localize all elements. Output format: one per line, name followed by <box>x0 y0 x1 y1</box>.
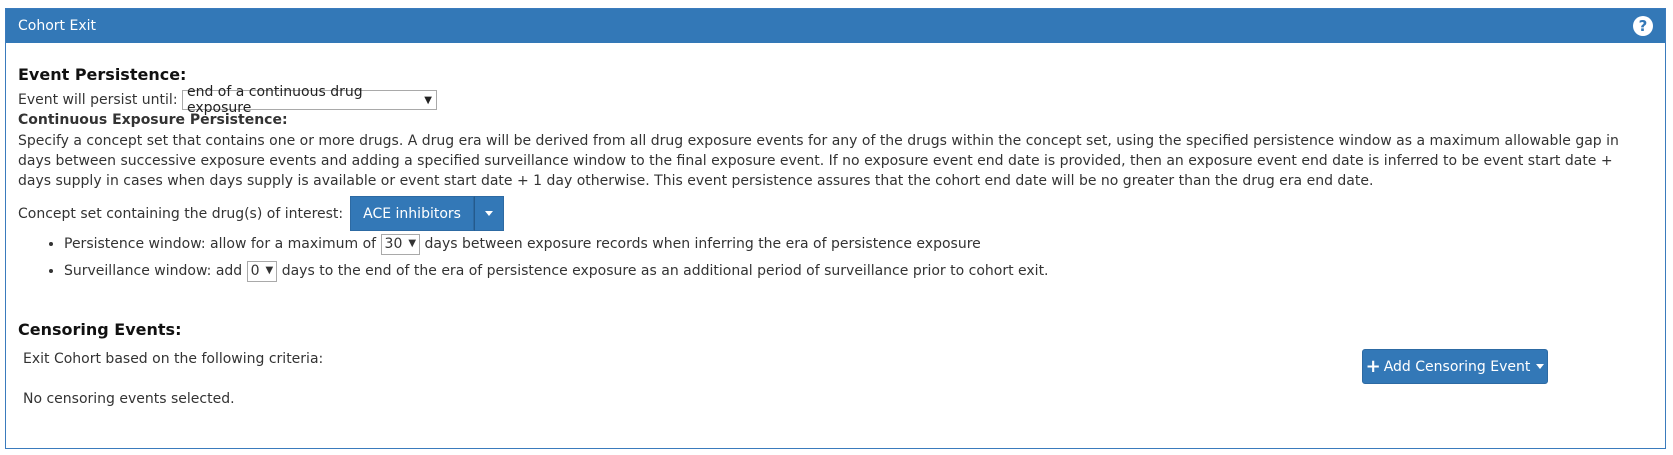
surveillance-window-suffix: days to the end of the era of persistenc… <box>281 263 1049 279</box>
panel-title: Cohort Exit <box>18 18 96 34</box>
persistence-window-item: Persistence window: allow for a maximum … <box>64 233 1049 260</box>
persistence-window-value: 30 <box>384 236 403 252</box>
event-persistence-heading: Event Persistence: <box>18 65 187 84</box>
persistence-window-prefix: Persistence window: allow for a maximum … <box>64 236 377 252</box>
question-circle-icon[interactable]: ? <box>1633 16 1653 36</box>
surveillance-window-value: 0 <box>250 263 260 279</box>
caret-down-icon <box>484 211 493 216</box>
censoring-criteria-text: Exit Cohort based on the following crite… <box>23 351 324 367</box>
window-settings-list: Persistence window: allow for a maximum … <box>40 233 1049 287</box>
censoring-events-heading: Censoring Events: <box>18 320 182 339</box>
dropdown-arrow-icon: ▼ <box>265 265 274 276</box>
concept-set-row: Concept set containing the drug(s) of in… <box>18 196 504 231</box>
panel-header: Cohort Exit ? <box>6 9 1665 43</box>
persist-row: Event will persist until: end of a conti… <box>18 84 437 116</box>
persistence-window-select[interactable]: 30 ▼ <box>380 233 421 255</box>
concept-set-label: Concept set containing the drug(s) of in… <box>18 205 344 222</box>
caret-down-icon <box>1536 364 1545 369</box>
surveillance-window-item: Surveillance window: add 0 ▼ days to the… <box>64 260 1049 287</box>
continuous-exposure-description: Specify a concept set that contains one … <box>18 133 1619 189</box>
add-censoring-event-button[interactable]: + Add Censoring Event <box>1362 349 1548 384</box>
add-censoring-event-label: Add Censoring Event <box>1383 358 1531 375</box>
dropdown-arrow-icon: ▼ <box>424 94 432 106</box>
concept-set-dropdown-toggle[interactable] <box>473 196 504 231</box>
no-censoring-events-text: No censoring events selected. <box>23 391 235 407</box>
persist-label: Event will persist until: <box>18 92 178 108</box>
persist-until-select[interactable]: end of a continuous drug exposure ▼ <box>181 84 437 116</box>
persistence-window-suffix: days between exposure records when infer… <box>424 236 981 252</box>
surveillance-window-select[interactable]: 0 ▼ <box>246 260 278 282</box>
plus-icon: + <box>1365 355 1381 377</box>
dropdown-arrow-icon: ▼ <box>408 238 417 249</box>
concept-set-button[interactable]: ACE inhibitors <box>350 196 474 231</box>
concept-set-button-group: ACE inhibitors <box>350 196 504 231</box>
continuous-exposure-heading: Continuous Exposure Persistence: <box>18 112 288 128</box>
surveillance-window-prefix: Surveillance window: add <box>64 263 243 279</box>
